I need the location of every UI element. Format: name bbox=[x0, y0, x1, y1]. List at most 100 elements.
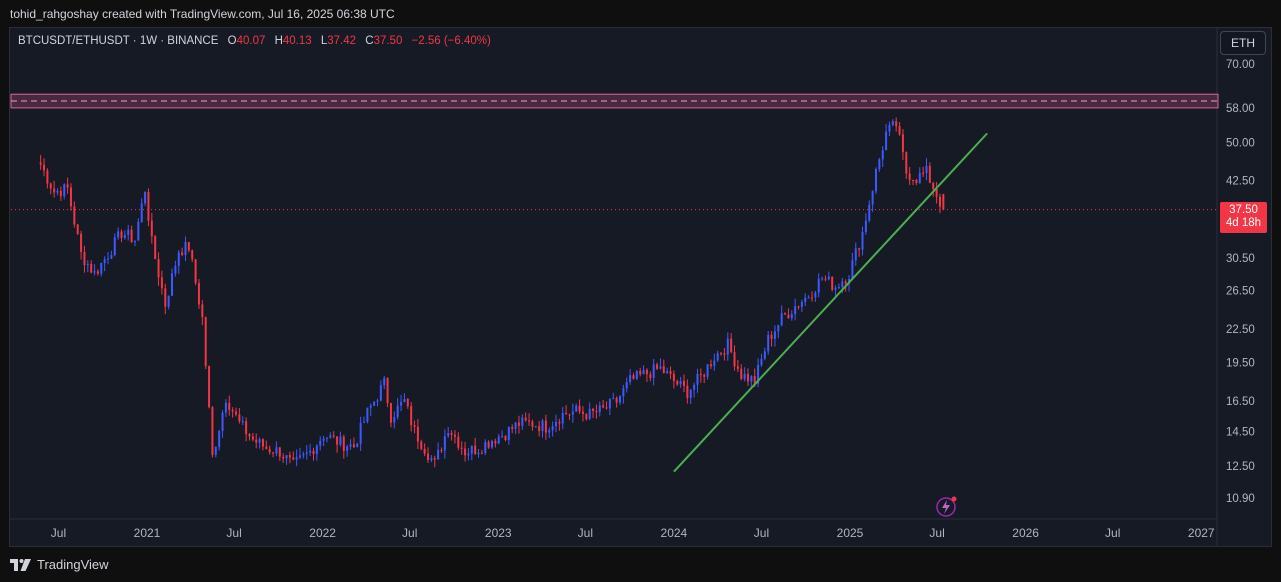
candle-body bbox=[309, 450, 312, 453]
candle-body bbox=[204, 317, 207, 367]
x-tick-label: 2024 bbox=[661, 526, 688, 540]
candle-body bbox=[248, 434, 251, 437]
candle-body bbox=[406, 399, 409, 407]
candle-body bbox=[740, 368, 743, 380]
candle-body bbox=[575, 405, 578, 412]
candle-body bbox=[140, 203, 143, 222]
candle-body bbox=[895, 121, 898, 127]
candle-body bbox=[770, 334, 773, 339]
candle-body bbox=[480, 452, 483, 454]
currency-button[interactable]: ETH bbox=[1220, 31, 1266, 55]
candle-body bbox=[63, 184, 66, 197]
open-value: 40.07 bbox=[236, 35, 266, 47]
candle-body bbox=[93, 271, 96, 273]
candle-body bbox=[784, 313, 787, 315]
candle-body bbox=[137, 221, 140, 241]
candle-body bbox=[440, 450, 443, 452]
low-value: 37.42 bbox=[327, 35, 357, 47]
y-tick-label: 19.50 bbox=[1226, 357, 1255, 369]
candle-body bbox=[437, 450, 440, 460]
candle-body bbox=[336, 436, 339, 445]
candle-body bbox=[730, 338, 733, 353]
candle-body bbox=[450, 432, 453, 435]
candle-body bbox=[191, 250, 194, 260]
candle-body bbox=[581, 411, 584, 414]
candle-body bbox=[672, 373, 675, 381]
candle-body bbox=[891, 121, 894, 126]
close-value: 37.50 bbox=[373, 35, 403, 47]
candle-body bbox=[881, 150, 884, 160]
candle-body bbox=[403, 399, 406, 403]
candle-body bbox=[528, 420, 531, 422]
candle-body bbox=[181, 252, 184, 256]
candle-body bbox=[447, 432, 450, 437]
candle-body bbox=[824, 278, 827, 280]
tradingview-brand[interactable]: TradingView bbox=[10, 557, 109, 572]
candle-body bbox=[817, 278, 820, 293]
y-tick-label: 14.50 bbox=[1226, 426, 1255, 438]
candle-body bbox=[750, 376, 753, 382]
candle-body bbox=[713, 360, 716, 367]
candle-body bbox=[912, 180, 915, 182]
candle-body bbox=[703, 374, 706, 377]
y-tick-label: 26.50 bbox=[1226, 286, 1255, 298]
candle-body bbox=[709, 364, 712, 367]
candle-body bbox=[96, 271, 99, 274]
x-tick-label: 2021 bbox=[134, 526, 161, 540]
high-value: 40.13 bbox=[282, 35, 312, 47]
candle-body bbox=[642, 369, 645, 375]
y-tick-label: 10.90 bbox=[1226, 493, 1255, 505]
candle-body bbox=[851, 260, 854, 279]
x-tick-label: Jul bbox=[1105, 526, 1120, 540]
y-tick-label: 16.50 bbox=[1226, 396, 1255, 408]
candle-body bbox=[474, 445, 477, 455]
candle-body bbox=[218, 430, 221, 448]
y-tick-label: 42.50 bbox=[1226, 175, 1255, 187]
candle-body bbox=[682, 380, 685, 386]
candle-body bbox=[356, 443, 359, 448]
candle-body bbox=[423, 448, 426, 454]
candle-body bbox=[255, 439, 258, 443]
candle-body bbox=[605, 407, 608, 409]
candle-body bbox=[928, 165, 931, 183]
price-chart[interactable]: 70.00 58.00 50.00 42.50 30.50 26.50 22.50 19.50… bbox=[0, 0, 1281, 582]
candle-body bbox=[915, 180, 918, 183]
candle-body bbox=[639, 370, 642, 375]
candle-body bbox=[561, 412, 564, 424]
candle-body bbox=[878, 159, 881, 170]
candle-body bbox=[662, 366, 665, 374]
candle-body bbox=[517, 422, 520, 426]
candle-body bbox=[73, 206, 76, 225]
candle-body bbox=[295, 457, 298, 460]
candle-body bbox=[366, 407, 369, 422]
candle-body bbox=[743, 373, 746, 380]
candle-body bbox=[389, 403, 392, 423]
candle-body bbox=[706, 364, 709, 377]
candle-body bbox=[413, 425, 416, 427]
candle-body bbox=[393, 417, 396, 423]
candle-body bbox=[208, 366, 211, 408]
candle-body bbox=[346, 446, 349, 451]
brand-label: TradingView bbox=[37, 557, 109, 572]
close-label: C bbox=[365, 35, 374, 47]
support-trendline bbox=[673, 132, 988, 473]
x-tick-label: 2027 bbox=[1188, 526, 1215, 540]
candle-body bbox=[938, 196, 941, 207]
candle-body bbox=[534, 426, 537, 428]
candle-body bbox=[858, 248, 861, 250]
candle-body bbox=[171, 273, 174, 296]
candle-body bbox=[716, 353, 719, 361]
candle-body bbox=[555, 422, 558, 427]
candle-body bbox=[272, 452, 275, 454]
candle-body bbox=[383, 378, 386, 386]
candle-body bbox=[696, 373, 699, 385]
candle-body bbox=[174, 265, 177, 274]
candle-body bbox=[588, 408, 591, 419]
candle-body bbox=[90, 263, 93, 273]
candle-body bbox=[632, 375, 635, 379]
candle-body bbox=[160, 277, 163, 289]
candle-body bbox=[400, 402, 403, 406]
candle-body bbox=[177, 252, 180, 266]
candle-body bbox=[726, 338, 729, 355]
candle-body bbox=[322, 438, 325, 441]
